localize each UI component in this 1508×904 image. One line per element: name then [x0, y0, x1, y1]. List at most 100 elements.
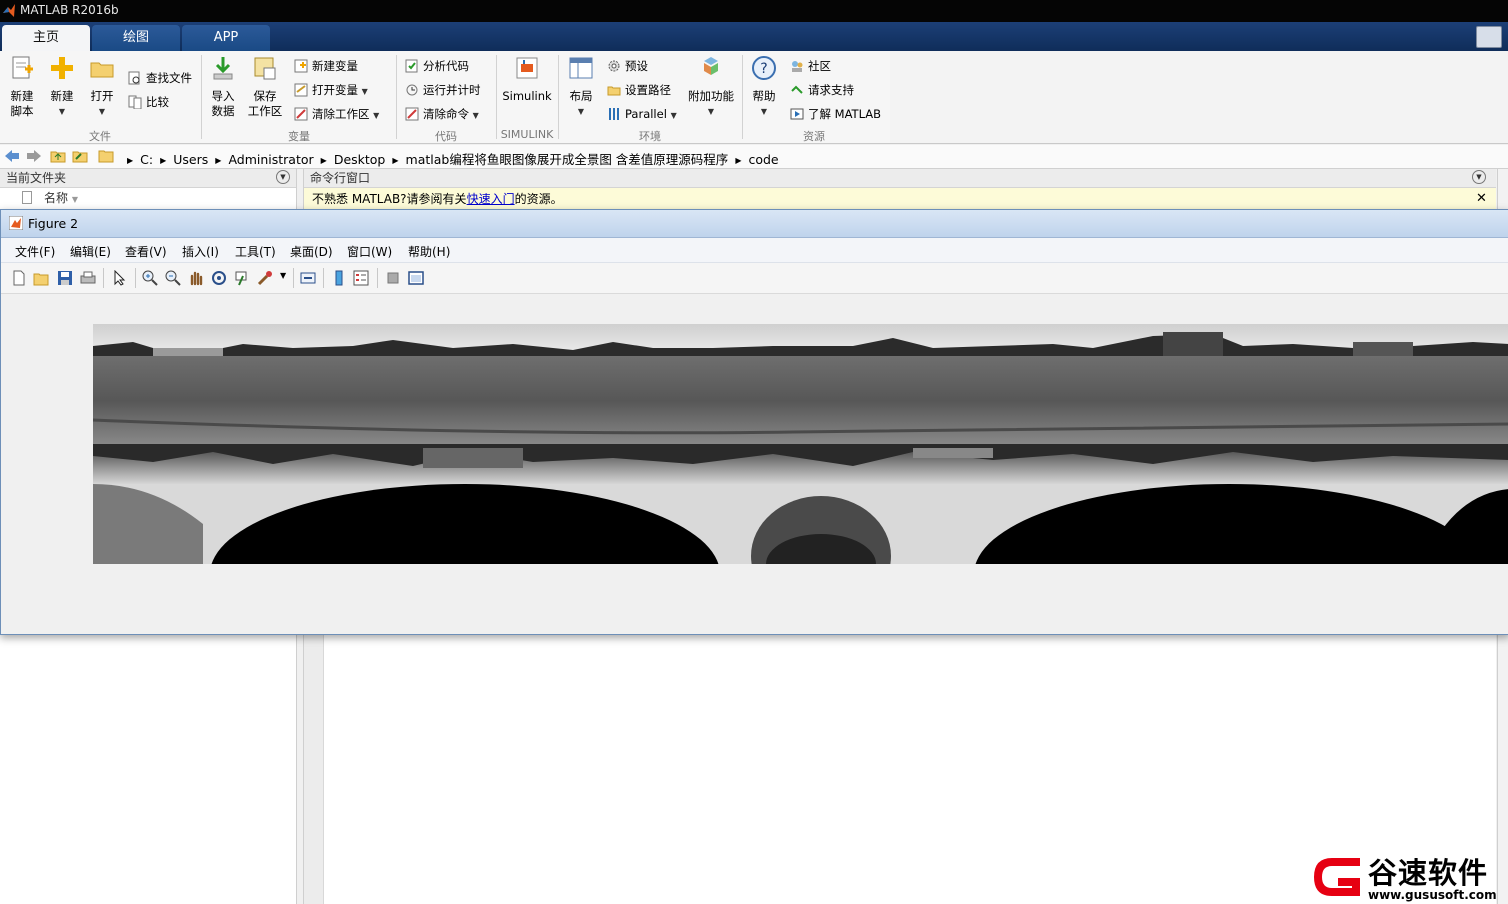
- simulink-icon: [516, 57, 538, 79]
- menu-insert[interactable]: 插入(I): [182, 243, 219, 260]
- watermark-brand: 谷速软件: [1368, 856, 1489, 890]
- open-button[interactable]: 打开 ▼: [86, 55, 118, 119]
- help-button[interactable]: ? 帮助 ▼: [748, 55, 780, 119]
- parallel-button[interactable]: Parallel ▼: [607, 105, 677, 123]
- find-files-button[interactable]: 查找文件: [128, 69, 192, 87]
- breadcrumb-item[interactable]: C:: [140, 152, 153, 167]
- clear-commands-button[interactable]: 清除命令 ▼: [405, 105, 479, 123]
- folder-icon: [98, 150, 114, 163]
- group-divider: [396, 55, 397, 139]
- run-and-time-button[interactable]: 运行并计时: [405, 81, 481, 99]
- tab-plots[interactable]: 绘图: [92, 25, 180, 51]
- chevron-down-icon[interactable]: ▼: [671, 111, 677, 120]
- panel-menu-icon[interactable]: ▼: [276, 170, 290, 184]
- group-divider: [558, 55, 559, 139]
- legend-icon[interactable]: [353, 270, 369, 286]
- banner-text-suffix: 的资源。: [514, 192, 563, 206]
- preferences-label: 预设: [625, 59, 648, 73]
- new-script-button[interactable]: 新建 脚本: [6, 55, 38, 119]
- menu-help[interactable]: 帮助(H): [408, 243, 450, 260]
- breadcrumb-item[interactable]: matlab编程将鱼眼图像展开成全景图 含差值原理源码程序: [406, 152, 729, 167]
- tab-home[interactable]: 主页: [2, 25, 90, 51]
- breadcrumb-item[interactable]: Desktop: [334, 152, 386, 167]
- link-plot-icon[interactable]: [300, 270, 316, 286]
- chevron-down-icon: ▼: [577, 107, 585, 116]
- run-and-time-label: 运行并计时: [423, 83, 481, 97]
- rotate-3d-icon[interactable]: [211, 270, 227, 286]
- panel-menu-icon[interactable]: ▼: [1472, 170, 1486, 184]
- chevron-down-icon[interactable]: ▼: [373, 111, 379, 120]
- new-variable-label: 新建变量: [312, 59, 358, 73]
- browse-folder-icon[interactable]: [72, 148, 88, 163]
- new-script-label: 新建 脚本: [10, 89, 34, 118]
- chevron-down-icon[interactable]: ▼: [362, 87, 368, 96]
- close-icon[interactable]: ✕: [1476, 188, 1487, 210]
- chevron-down-icon[interactable]: ▼: [280, 271, 286, 280]
- colorbar-icon[interactable]: [331, 270, 347, 286]
- quick-access-button[interactable]: [1476, 26, 1502, 48]
- save-icon[interactable]: [57, 270, 73, 286]
- group-divider: [496, 55, 497, 139]
- back-arrow-icon[interactable]: [4, 149, 20, 163]
- breadcrumb-item[interactable]: code: [748, 152, 778, 167]
- clear-workspace-icon: [294, 107, 308, 121]
- new-button[interactable]: 新建 ▼: [46, 55, 78, 119]
- group-label-simulink: SIMULINK: [500, 128, 554, 141]
- data-cursor-icon[interactable]: [234, 270, 250, 286]
- watermark-url: www.gususoft.com: [1368, 888, 1497, 902]
- clear-workspace-button[interactable]: 清除工作区 ▼: [294, 105, 379, 123]
- compare-label: 比较: [146, 95, 169, 109]
- brush-icon[interactable]: [257, 270, 273, 286]
- analyze-code-button[interactable]: 分析代码: [405, 57, 469, 75]
- zoom-in-icon[interactable]: [142, 270, 158, 286]
- figure-toolbar: ▼: [1, 263, 1508, 294]
- plus-icon: [51, 57, 73, 79]
- save-workspace-button[interactable]: 保存 工作区: [246, 55, 284, 119]
- open-file-icon[interactable]: [33, 270, 49, 286]
- menu-edit[interactable]: 编辑(E): [70, 243, 111, 260]
- open-variable-button[interactable]: 打开变量 ▼: [294, 81, 368, 99]
- import-data-button[interactable]: 导入 数据: [207, 55, 239, 119]
- layout-button[interactable]: 布局 ▼: [565, 55, 597, 119]
- community-button[interactable]: 社区: [790, 57, 831, 75]
- command-window-title: 命令行窗口: [310, 171, 371, 185]
- tab-apps[interactable]: APP: [182, 25, 270, 51]
- zoom-out-icon[interactable]: [165, 270, 181, 286]
- preferences-button[interactable]: 预设: [607, 57, 648, 75]
- menu-file[interactable]: 文件(F): [15, 243, 55, 260]
- new-variable-button[interactable]: 新建变量: [294, 57, 358, 75]
- menu-view[interactable]: 查看(V): [125, 243, 167, 260]
- figure-title: Figure 2: [28, 216, 79, 231]
- menu-desktop[interactable]: 桌面(D): [290, 243, 333, 260]
- figure-title-bar[interactable]: Figure 2: [1, 210, 1508, 238]
- new-figure-icon[interactable]: [11, 270, 27, 286]
- show-plot-tools-icon[interactable]: [408, 270, 424, 286]
- figure-window: Figure 2 文件(F) 编辑(E) 查看(V) 插入(I) 工具(T) 桌…: [0, 209, 1508, 635]
- find-files-icon: [128, 71, 140, 85]
- panorama-image[interactable]: [93, 324, 1508, 564]
- breadcrumb-item[interactable]: Administrator: [228, 152, 313, 167]
- chevron-down-icon[interactable]: ▼: [473, 111, 479, 120]
- set-path-label: 设置路径: [625, 83, 671, 97]
- chevron-down-icon: ▼: [707, 107, 715, 116]
- edit-plot-arrow-icon[interactable]: [112, 270, 128, 286]
- name-column-header[interactable]: 名称: [44, 191, 68, 205]
- quick-start-link[interactable]: 快速入门: [467, 192, 515, 206]
- up-folder-icon[interactable]: [50, 148, 66, 163]
- set-path-button[interactable]: 设置路径: [607, 81, 671, 99]
- hide-plot-tools-icon[interactable]: [385, 270, 401, 286]
- request-support-button[interactable]: 请求支持: [790, 81, 854, 99]
- learn-matlab-button[interactable]: 了解 MATLAB: [790, 105, 881, 123]
- pan-hand-icon[interactable]: [188, 270, 204, 286]
- chevron-down-icon: ▼: [58, 107, 66, 116]
- simulink-button[interactable]: Simulink: [502, 55, 552, 104]
- help-label: 帮助: [752, 89, 776, 103]
- forward-arrow-icon[interactable]: [26, 149, 42, 163]
- print-icon[interactable]: [80, 270, 96, 286]
- breadcrumb-item[interactable]: Users: [173, 152, 208, 167]
- menu-window[interactable]: 窗口(W): [347, 243, 392, 260]
- add-ons-button[interactable]: 附加功能 ▼: [686, 55, 736, 119]
- menu-tools[interactable]: 工具(T): [235, 243, 276, 260]
- command-window-gutter: [304, 634, 324, 904]
- compare-button[interactable]: 比较: [128, 93, 169, 111]
